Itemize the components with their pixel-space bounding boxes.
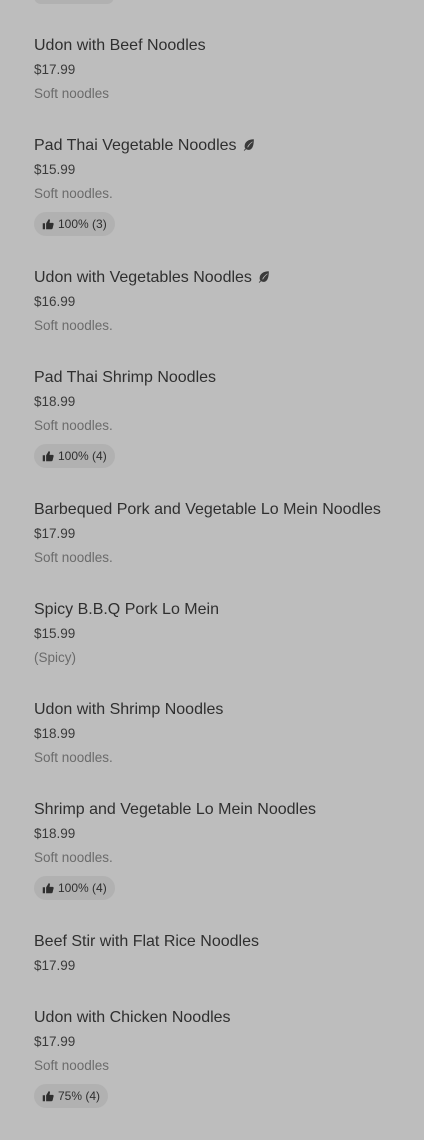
rating-badge: 75% (4)	[34, 1084, 109, 1108]
menu-item-description: Soft noodles	[34, 86, 110, 101]
menu-item-name: Barbequed Pork and Vegetable Lo Mein Noo…	[34, 501, 381, 518]
menu-item-price: $18.99	[34, 826, 76, 841]
menu-item-price: $16.99	[34, 294, 76, 309]
rating-badge: 100% (3)	[34, 212, 115, 236]
menu-item-price: $17.99	[34, 62, 76, 77]
menu-item-price: $18.99	[34, 726, 76, 741]
menu-item-description: Soft noodles.	[34, 418, 113, 433]
rating-text: 100% (4)	[58, 449, 107, 463]
menu-item-price: $17.99	[34, 1034, 76, 1049]
thumbs-up-icon	[42, 219, 54, 230]
menu-item-description: Soft noodles.	[34, 318, 113, 333]
previous-item-rating-badge	[34, 0, 114, 4]
menu-item-description: Soft noodles.	[34, 850, 113, 865]
menu-item-description: (Spicy)	[34, 650, 77, 665]
menu-item-name: Udon with Chicken Noodles	[34, 1009, 231, 1026]
thumbs-up-icon	[42, 451, 54, 462]
menu-item-price: $18.99	[34, 394, 76, 409]
menu-item-name: Udon with Vegetables Noodles	[34, 268, 271, 288]
rating-badge: 100% (4)	[34, 876, 115, 900]
menu-item-description: Soft noodles.	[34, 186, 113, 201]
menu-item-description: Soft noodles	[34, 1058, 110, 1073]
menu-item-price: $15.99	[34, 626, 76, 641]
menu-item-bbq-pork-lo-mein[interactable]: Barbequed Pork and Vegetable Lo Mein Noo…	[34, 500, 414, 565]
menu-item-name: Shrimp and Vegetable Lo Mein Noodles	[34, 801, 316, 818]
rating-badge: 100% (4)	[34, 444, 115, 468]
menu-item-udon-vegetables[interactable]: Udon with Vegetables Noodles $16.99 Soft…	[34, 268, 414, 333]
menu-item-pad-thai-vegetable[interactable]: Pad Thai Vegetable Noodles $15.99 Soft n…	[34, 136, 414, 236]
thumbs-up-icon	[42, 1091, 54, 1102]
menu-item-name: Udon with Beef Noodles	[34, 37, 206, 54]
menu-item-description: Soft noodles.	[34, 550, 113, 565]
menu-item-price: $15.99	[34, 162, 76, 177]
menu-item-pad-thai-shrimp[interactable]: Pad Thai Shrimp Noodles $18.99 Soft nood…	[34, 368, 414, 468]
menu-item-name: Pad Thai Shrimp Noodles	[34, 369, 217, 386]
leaf-icon	[258, 271, 269, 283]
menu-item-udon-chicken[interactable]: Udon with Chicken Noodles $17.99 Soft no…	[34, 1008, 414, 1108]
menu-item-udon-shrimp[interactable]: Udon with Shrimp Noodles $18.99 Soft noo…	[34, 700, 414, 765]
menu-item-spicy-bbq-pork[interactable]: Spicy B.B.Q Pork Lo Mein $15.99 (Spicy)	[34, 600, 414, 665]
thumbs-up-icon	[42, 883, 54, 894]
menu-item-name: Udon with Shrimp Noodles	[34, 701, 224, 718]
menu-item-name: Beef Stir with Flat Rice Noodles	[34, 933, 259, 950]
menu-item-price: $17.99	[34, 958, 76, 973]
rating-text: 100% (3)	[58, 217, 107, 231]
menu-item-shrimp-vegetable-lo-mein[interactable]: Shrimp and Vegetable Lo Mein Noodles $18…	[34, 800, 414, 900]
menu-item-description: Soft noodles.	[34, 750, 113, 765]
menu-item-name: Spicy B.B.Q Pork Lo Mein	[34, 601, 219, 618]
rating-text: 75% (4)	[58, 1089, 101, 1103]
menu-item-name: Pad Thai Vegetable Noodles	[34, 136, 256, 156]
leaf-icon	[243, 139, 254, 151]
menu-item-beef-flat-rice[interactable]: Beef Stir with Flat Rice Noodles $17.99	[34, 932, 414, 973]
menu-item-price: $17.99	[34, 526, 76, 541]
menu-item-udon-beef[interactable]: Udon with Beef Noodles $17.99 Soft noodl…	[34, 36, 414, 101]
rating-text: 100% (4)	[58, 881, 107, 895]
